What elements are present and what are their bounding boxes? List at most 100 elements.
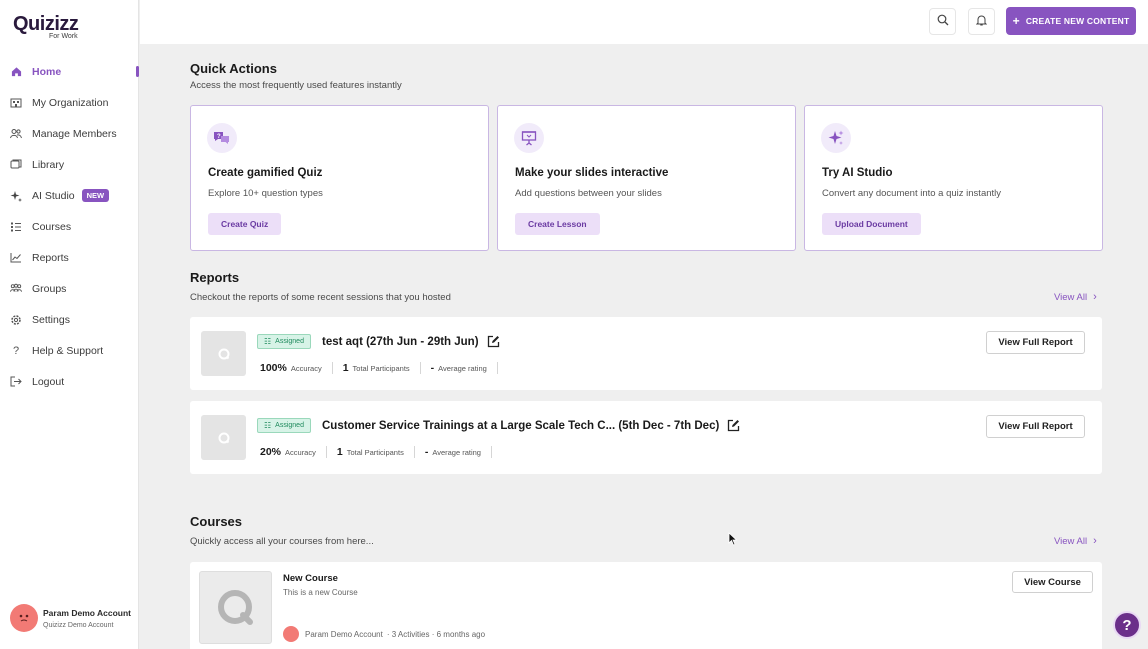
sidebar: Quizizz For Work Home My Organization Ma… bbox=[0, 0, 139, 649]
course-card[interactable]: New Course This is a new Course Param De… bbox=[190, 562, 1102, 649]
logo[interactable]: Quizizz For Work bbox=[13, 13, 79, 40]
quick-action-title: Try AI Studio bbox=[822, 167, 893, 179]
sidebar-nav: Home My Organization Manage Members Libr… bbox=[0, 56, 139, 397]
account-name: Param Demo Account bbox=[43, 607, 132, 618]
quick-action-card-ai-studio[interactable]: Try AI Studio Convert any document into … bbox=[804, 105, 1103, 251]
accuracy-label: Accuracy bbox=[285, 448, 316, 457]
report-card[interactable]: ☷ Assigned test aqt (27th Jun - 29th Jun… bbox=[190, 317, 1102, 390]
upload-document-button[interactable]: Upload Document bbox=[822, 213, 921, 235]
report-title-text: test aqt (27th Jun - 29th Jun) bbox=[322, 335, 479, 348]
view-all-label: View All bbox=[1054, 535, 1088, 547]
sidebar-item-label: Courses bbox=[32, 220, 72, 233]
participants-label: Total Participants bbox=[346, 448, 404, 457]
accuracy-label: Accuracy bbox=[290, 364, 322, 373]
sidebar-item-label: Home bbox=[32, 65, 62, 78]
brand-name: Quizizz bbox=[13, 13, 79, 35]
report-stats: 100% Accuracy 1 Total Participants - Averag… bbox=[260, 362, 508, 374]
sidebar-item-library[interactable]: Library bbox=[0, 149, 139, 180]
organization-icon bbox=[10, 97, 22, 109]
report-card[interactable]: ☷ Assigned Customer Service Trainings at… bbox=[190, 401, 1102, 474]
report-stats: 20% Accuracy 1 Total Participants - Average… bbox=[260, 446, 502, 458]
sidebar-item-groups[interactable]: Groups bbox=[0, 273, 139, 304]
presentation-icon bbox=[514, 123, 544, 153]
participants-value: 1 bbox=[342, 362, 349, 374]
quick-action-desc: Add questions between your slides bbox=[515, 188, 662, 199]
status-badge: ☷ Assigned bbox=[257, 334, 311, 349]
chevron-right-icon: › bbox=[1093, 291, 1097, 303]
report-thumbnail bbox=[201, 415, 246, 460]
edit-icon[interactable] bbox=[727, 419, 740, 432]
quick-actions-title: Quick Actions bbox=[190, 61, 277, 76]
sidebar-item-label: Help & Support bbox=[32, 344, 104, 357]
sidebar-item-label: Library bbox=[32, 158, 65, 171]
sidebar-item-home[interactable]: Home bbox=[0, 56, 139, 87]
create-new-content-button[interactable]: + CREATE NEW CONTENT bbox=[1006, 7, 1136, 35]
quiz-chat-icon: ? bbox=[207, 123, 237, 153]
search-button[interactable] bbox=[929, 8, 956, 35]
sparkle-icon bbox=[10, 190, 22, 202]
courses-subtitle: Quickly access all your courses from her… bbox=[190, 536, 374, 547]
notifications-button[interactable] bbox=[968, 8, 995, 35]
view-all-label: View All bbox=[1054, 291, 1088, 303]
view-full-report-button[interactable]: View Full Report bbox=[986, 415, 1085, 438]
home-icon bbox=[10, 66, 22, 78]
sidebar-item-ai-studio[interactable]: AI Studio NEW bbox=[0, 180, 139, 211]
avatar bbox=[283, 626, 299, 642]
accuracy-value: 100% bbox=[260, 362, 287, 374]
sidebar-item-help-support[interactable]: ? Help & Support bbox=[0, 335, 139, 366]
sidebar-item-my-organization[interactable]: My Organization bbox=[0, 87, 139, 118]
list-icon: ☷ bbox=[264, 337, 272, 346]
rating-label: Average rating bbox=[432, 448, 481, 457]
courses-title: Courses bbox=[190, 514, 243, 529]
account-menu[interactable]: Param Demo Account Quizizz Demo Account bbox=[10, 604, 131, 632]
status-badge: ☷ Assigned bbox=[257, 418, 311, 433]
help-chat-button[interactable]: ? bbox=[1113, 611, 1141, 639]
edit-icon[interactable] bbox=[487, 335, 500, 348]
status-label: Assigned bbox=[275, 422, 304, 429]
courses-icon bbox=[10, 221, 22, 233]
create-lesson-button[interactable]: Create Lesson bbox=[515, 213, 600, 235]
question-icon: ? bbox=[1122, 616, 1132, 634]
report-title-text: Customer Service Trainings at a Large Sc… bbox=[322, 419, 720, 432]
quick-action-card-quiz[interactable]: ? Create gamified Quiz Explore 10+ quest… bbox=[190, 105, 489, 251]
list-icon: ☷ bbox=[264, 421, 272, 430]
create-new-content-label: CREATE NEW CONTENT bbox=[1025, 16, 1130, 26]
sidebar-item-label: Settings bbox=[32, 313, 70, 326]
sidebar-item-courses[interactable]: Courses bbox=[0, 211, 139, 242]
quick-actions-subtitle: Access the most frequently used features… bbox=[190, 80, 402, 91]
report-title: Customer Service Trainings at a Large Sc… bbox=[322, 419, 740, 432]
course-description: This is a new Course bbox=[283, 588, 358, 597]
accuracy-value: 20% bbox=[260, 446, 282, 458]
participants-label: Total Participants bbox=[352, 364, 410, 373]
view-course-button[interactable]: View Course bbox=[1012, 571, 1093, 593]
bell-icon bbox=[975, 13, 988, 31]
view-full-report-button[interactable]: View Full Report bbox=[986, 331, 1085, 354]
sidebar-item-label: My Organization bbox=[32, 96, 109, 109]
top-bar: + CREATE NEW CONTENT bbox=[140, 0, 1148, 44]
members-icon bbox=[10, 128, 22, 140]
quick-action-title: Make your slides interactive bbox=[515, 167, 669, 179]
groups-icon bbox=[10, 283, 22, 295]
quick-action-desc: Convert any document into a quiz instant… bbox=[822, 188, 1002, 199]
brand-tagline: For Work bbox=[49, 33, 78, 40]
sidebar-item-label: Logout bbox=[32, 375, 65, 388]
sidebar-item-logout[interactable]: Logout bbox=[0, 366, 139, 397]
sidebar-item-reports[interactable]: Reports bbox=[0, 242, 139, 273]
reports-icon bbox=[10, 252, 22, 264]
quick-action-desc: Explore 10+ question types bbox=[208, 188, 323, 199]
create-quiz-button[interactable]: Create Quiz bbox=[208, 213, 282, 235]
sidebar-item-manage-members[interactable]: Manage Members bbox=[0, 118, 139, 149]
quick-action-title: Create gamified Quiz bbox=[208, 167, 323, 179]
course-author: Param Demo Account bbox=[305, 629, 383, 639]
report-thumbnail bbox=[201, 331, 246, 376]
chevron-right-icon: › bbox=[1093, 535, 1097, 547]
search-icon bbox=[937, 13, 949, 31]
courses-view-all-link[interactable]: View All › bbox=[1054, 535, 1097, 547]
quick-action-card-lesson[interactable]: Make your slides interactive Add questio… bbox=[497, 105, 796, 251]
reports-view-all-link[interactable]: View All › bbox=[1054, 291, 1097, 303]
settings-icon bbox=[10, 314, 22, 326]
rating-value: - bbox=[424, 446, 429, 458]
sidebar-item-settings[interactable]: Settings bbox=[0, 304, 139, 335]
avatar bbox=[10, 604, 38, 632]
question-icon: ? bbox=[12, 344, 20, 357]
